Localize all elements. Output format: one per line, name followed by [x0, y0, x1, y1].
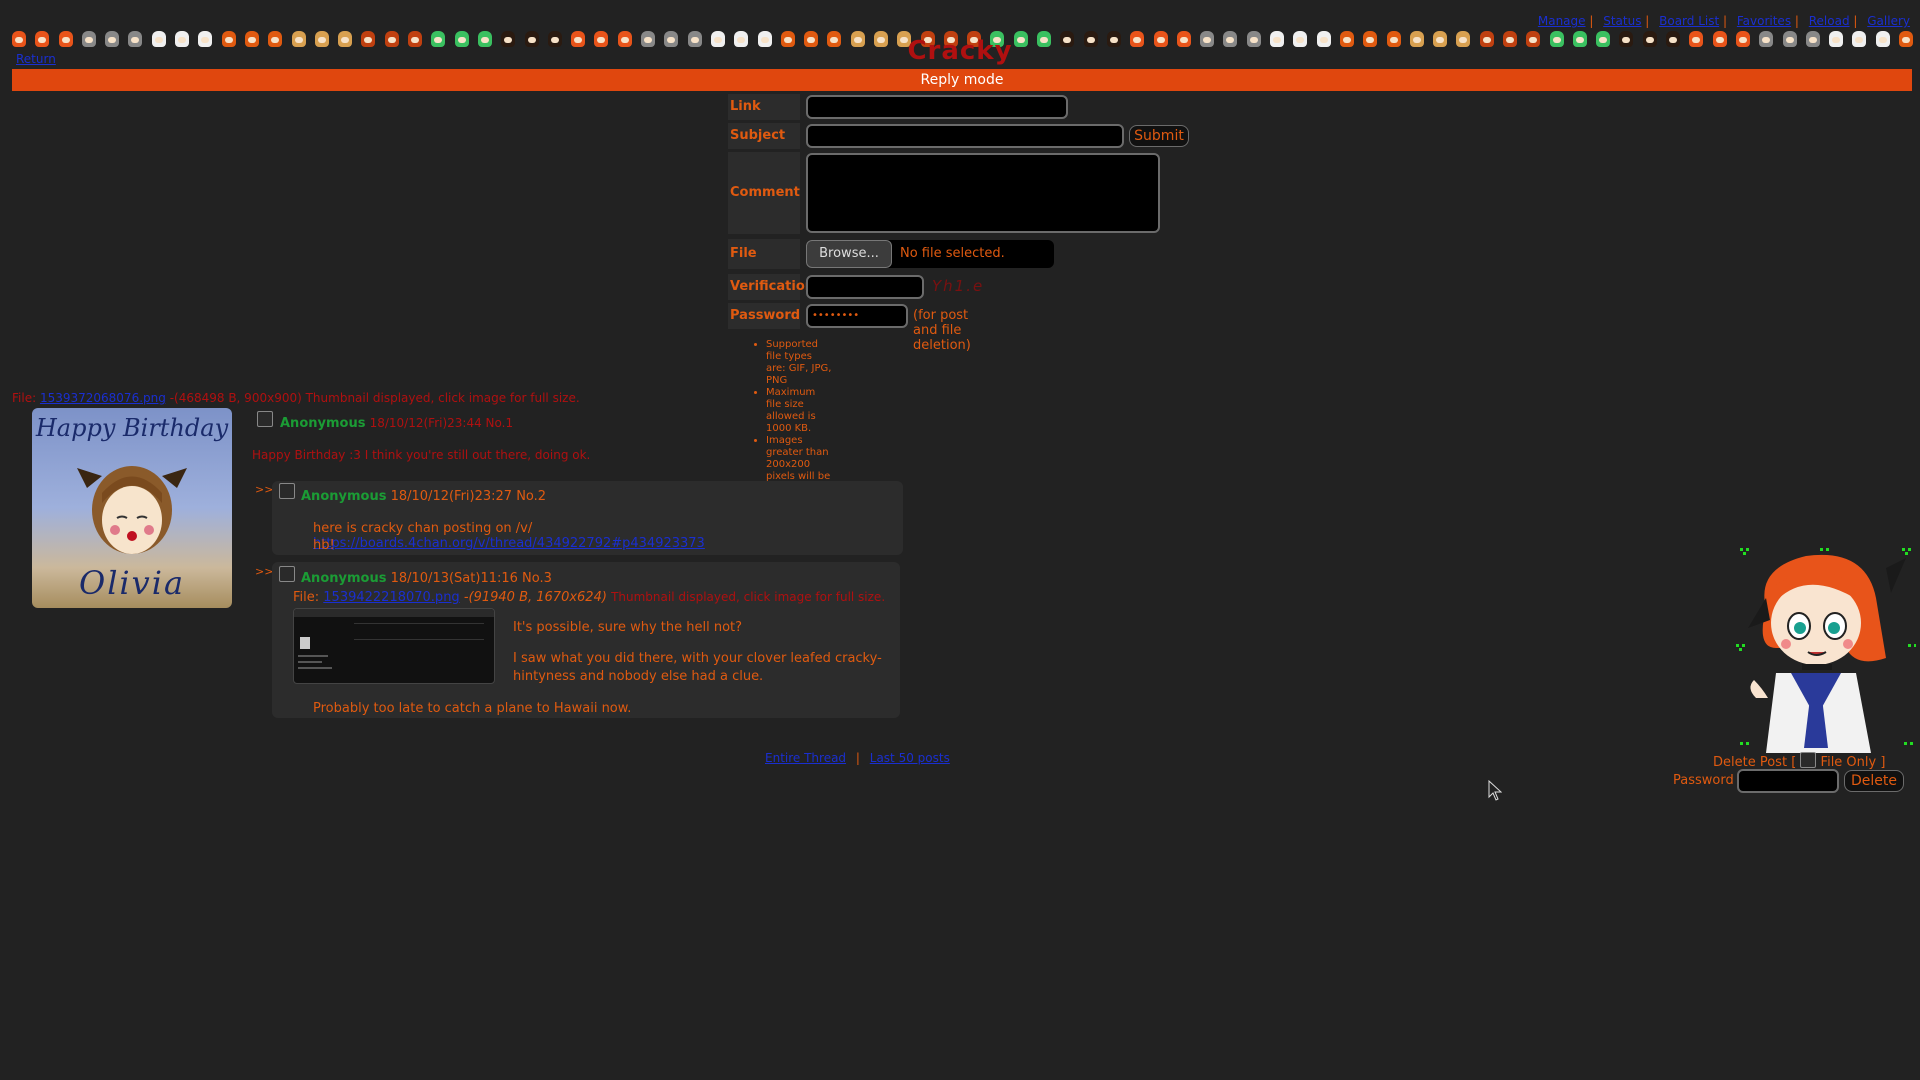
comment-textarea[interactable] [806, 153, 1160, 233]
op-file-info: -(468498 B, 900x900) Thumbnail displayed… [169, 391, 580, 405]
nav-separator: | [1791, 14, 1803, 28]
last-posts-link[interactable]: Last 50 posts [870, 751, 950, 765]
site-title: Cracky [907, 36, 1013, 66]
verification-label: Verification [728, 274, 814, 300]
no-file-text: No file selected. [900, 246, 1005, 261]
reply-poster-name: Anonymous [301, 571, 387, 586]
delete-password-input[interactable] [1737, 769, 1839, 793]
link-label: Link [728, 94, 800, 120]
op-post-meta: 18/10/12(Fri)23:44 No.1 [369, 416, 514, 430]
nav-link-manage[interactable]: Manage [1538, 14, 1586, 28]
reply-header: Anonymous 18/10/13(Sat)11:16 No.3 [301, 571, 552, 586]
reply-line-4: Probably too late to catch a plane to Ha… [313, 701, 632, 716]
reply-arrow-icon: >> [255, 565, 274, 578]
nav-link-status[interactable]: Status [1603, 14, 1641, 28]
top-navigation: Manage | Status | Board List | Favorites… [1532, 14, 1910, 28]
nav-separator: | [1585, 14, 1598, 28]
file-picker: Browse... No file selected. [806, 240, 1054, 268]
reply-text: here is cracky chan posting on /v/ https… [313, 521, 903, 551]
delete-password-label: Password [1673, 773, 1734, 788]
nav-link-favorites[interactable]: Favorites [1737, 14, 1791, 28]
entire-thread-link[interactable]: Entire Thread [765, 751, 846, 765]
mouse-cursor-icon [1488, 780, 1502, 801]
reply-header: Anonymous 18/10/12(Fri)23:27 No.2 [301, 489, 546, 504]
password-input[interactable]: •••••••• [806, 304, 908, 328]
captcha-image: Yh1.e [932, 277, 985, 295]
reply-poster-name: Anonymous [301, 489, 387, 504]
reply-file-prefix: File: [293, 590, 320, 605]
reply-post: Anonymous 18/10/13(Sat)11:16 No.3 File: … [272, 562, 900, 718]
mascot-image [1736, 548, 1916, 753]
nav-separator: | [1641, 14, 1654, 28]
op-header: Anonymous 18/10/12(Fri)23:44 No.1 [280, 416, 513, 431]
return-link[interactable]: Return [16, 52, 56, 66]
op-select-checkbox[interactable] [257, 411, 273, 427]
delete-post-label: Delete Post [1713, 755, 1788, 770]
reply-line-3: hintyness and nobody else had a clue. [513, 669, 764, 684]
reply-line-2: I saw what you did there, with your clov… [513, 651, 882, 666]
reply-file-note: Thumbnail displayed, click image for ful… [611, 590, 886, 604]
nav-separator: | [1849, 14, 1862, 28]
reply-post: Anonymous 18/10/12(Fri)23:27 No.2 here i… [272, 481, 903, 555]
reply-thumbnail[interactable] [293, 608, 495, 684]
reply-text-prefix: here is cracky chan posting on /v/ [313, 521, 533, 536]
file-only-label: File Only [1820, 755, 1877, 770]
reply-external-link[interactable]: https://boards.4chan.org/v/thread/434922… [313, 536, 705, 551]
reply-select-checkbox[interactable] [279, 566, 295, 582]
op-file-line: File: 1539372068076.png -(468498 B, 900x… [12, 391, 580, 405]
thread-pager: Entire Thread | Last 50 posts [765, 751, 950, 765]
submit-button[interactable]: Submit [1129, 125, 1189, 147]
file-only-checkbox[interactable] [1800, 752, 1817, 768]
op-file-prefix: File: [12, 391, 37, 405]
browse-button[interactable]: Browse... [806, 240, 892, 268]
password-label: Password [728, 303, 800, 329]
op-image[interactable]: Happy Birthday Olivia [32, 408, 232, 608]
nav-separator: | [1719, 14, 1731, 28]
password-note: (for post and file deletion) [913, 308, 971, 353]
subject-label: Subject [728, 123, 800, 149]
op-image-caption-bottom: Olivia [78, 564, 186, 602]
comment-label: Comment [728, 152, 800, 234]
reply-text-suffix: hb! [313, 538, 335, 553]
delete-button[interactable]: Delete [1844, 770, 1904, 792]
face-drawing [77, 466, 187, 554]
rule-item: Maximum file size allowed is 1000 KB. [766, 387, 832, 435]
file-label: File [728, 239, 800, 269]
nav-link-reload[interactable]: Reload [1809, 14, 1850, 28]
reply-file-link[interactable]: 1539422218070.png [323, 590, 459, 605]
reply-post-meta: 18/10/12(Fri)23:27 No.2 [390, 489, 547, 504]
verification-input[interactable] [806, 275, 924, 299]
op-image-caption-top: Happy Birthday [35, 414, 229, 442]
delete-post-row: Delete Post [ File Only ] [1713, 750, 1885, 770]
reply-select-checkbox[interactable] [279, 483, 295, 499]
reply-file-size: -(91940 B, 1670x624) [463, 590, 607, 605]
op-poster-name: Anonymous [280, 416, 366, 431]
op-file-link[interactable]: 1539372068076.png [40, 391, 166, 405]
reply-arrow-icon: >> [255, 483, 274, 496]
reply-file-line: File: 1539422218070.png -(91940 B, 1670x… [293, 590, 885, 605]
rule-item: Supported file types are: GIF, JPG, PNG [766, 339, 832, 387]
nav-link-board-list[interactable]: Board List [1659, 14, 1719, 28]
nav-link-gallery[interactable]: Gallery [1867, 14, 1910, 28]
upload-rules: Supported file types are: GIF, JPG, PNG … [752, 339, 832, 495]
subject-input[interactable] [806, 124, 1124, 148]
reply-line-1: It's possible, sure why the hell not? [513, 620, 743, 635]
op-comment: Happy Birthday :3 I think you're still o… [252, 448, 591, 462]
reply-mode-banner: Reply mode [12, 69, 1912, 91]
link-input[interactable] [806, 95, 1068, 119]
reply-post-meta: 18/10/13(Sat)11:16 No.3 [390, 571, 552, 586]
